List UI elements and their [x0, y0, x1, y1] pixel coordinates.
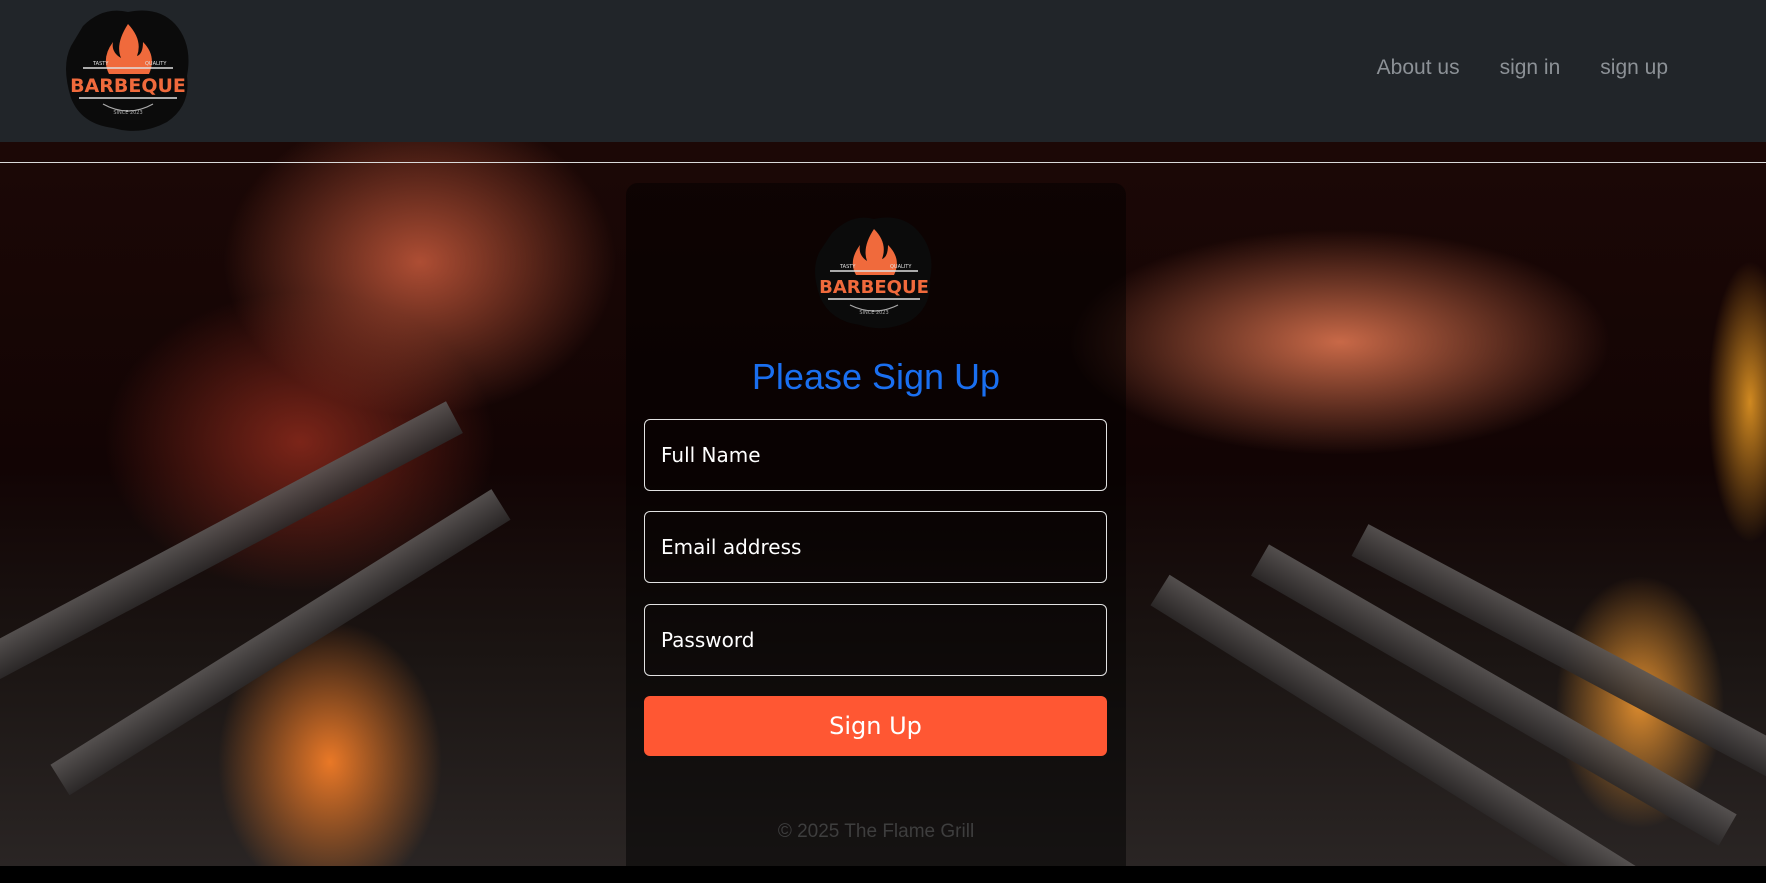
logo-top-left-text: TASTY	[839, 264, 856, 270]
divider	[0, 162, 1766, 163]
barbeque-logo-icon: TASTY QUALITY BARBEQUE SINCE 2023	[812, 213, 936, 329]
password-input[interactable]: Password	[644, 604, 1107, 676]
nav-sign-up[interactable]: sign up	[1600, 56, 1668, 80]
sign-up-button[interactable]: Sign Up	[644, 696, 1107, 756]
logo-top-right-text: QUALITY	[890, 264, 912, 270]
signup-title: Please Sign Up	[751, 356, 1001, 397]
logo-bottom-text: SINCE 2023	[859, 310, 888, 316]
full-name-input[interactable]: Full Name	[644, 419, 1107, 491]
logo-top-left-text: TASTY	[92, 61, 109, 67]
navbar: TASTY QUALITY BARBEQUE SINCE 2023 About …	[0, 0, 1766, 142]
logo-text: BARBEQUE	[819, 277, 929, 298]
email-input[interactable]: Email address	[644, 511, 1107, 583]
footer-copyright: © 2025 The Flame Grill	[777, 821, 975, 842]
nav-about-us[interactable]: About us	[1377, 56, 1460, 80]
nav-sign-in[interactable]: sign in	[1500, 56, 1561, 80]
logo-top-right-text: QUALITY	[145, 61, 167, 67]
grill-bar	[50, 489, 511, 796]
logo-bottom-text: SINCE 2023	[113, 110, 142, 116]
nav-links: About us sign in sign up	[1377, 56, 1668, 80]
logo-text: BARBEQUE	[70, 75, 186, 97]
barbeque-logo-icon[interactable]: TASTY QUALITY BARBEQUE SINCE 2023	[63, 6, 193, 132]
